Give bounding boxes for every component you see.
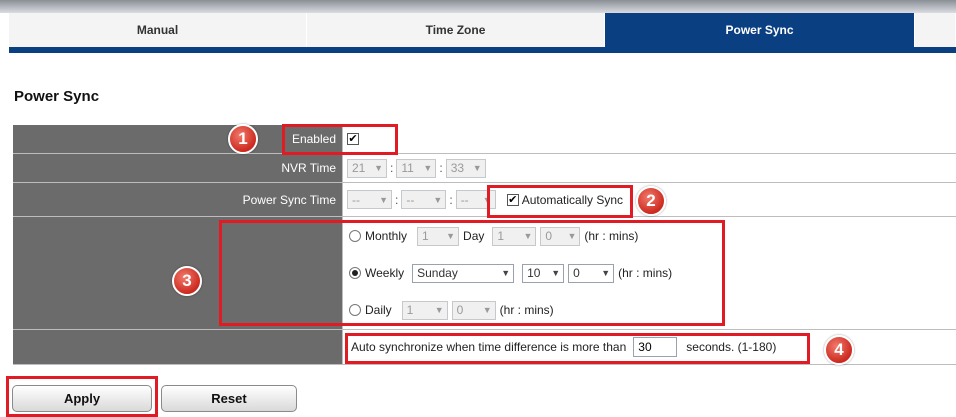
daily-option: Daily 1 ▼ 0 ▼ (hr : mins) <box>349 292 554 329</box>
tab-extra[interactable] <box>915 13 956 47</box>
checkmark-icon: ✔ <box>348 133 358 145</box>
chevron-down-icon: ▼ <box>601 268 611 278</box>
chevron-down-icon: ▼ <box>423 163 433 173</box>
tab-bar: Manual Time Zone Power Sync <box>9 13 956 47</box>
threshold-label-cell <box>13 330 343 364</box>
chevron-down-icon: ▼ <box>379 194 388 205</box>
settings-table: Enabled ✔ NVR Time 21 ▼ : 11 ▼ : 33 ▼ Power… <box>13 125 956 365</box>
tab-power-sync[interactable]: Power Sync <box>605 13 915 47</box>
auto-sync-checkbox[interactable]: ✔ <box>506 193 519 206</box>
weekly-hour-select[interactable]: 10 ▼ <box>522 263 565 283</box>
row-threshold: Auto synchronize when time difference is… <box>13 330 956 365</box>
row-power-sync-time: Power Sync Time -- ▼ : -- ▼ : -- ▼ ✔ Automa… <box>13 183 956 217</box>
threshold-prefix: Auto synchronize when time difference is… <box>351 340 627 354</box>
chevron-down-icon: ▼ <box>567 231 577 241</box>
nvr-time-label: NVR Time <box>13 154 343 182</box>
sync-second-select[interactable]: -- ▼ <box>455 190 496 209</box>
monthly-option: Monthly 1 ▼ Day 1 ▼ 0 ▼ (hr : mins) <box>349 218 638 255</box>
tab-manual[interactable]: Manual <box>9 13 307 47</box>
power-sync-time-label: Power Sync Time <box>13 183 343 216</box>
weekly-radio[interactable] <box>349 267 361 279</box>
checkmark-icon: ✔ <box>508 193 518 206</box>
threshold-input[interactable]: 30 <box>633 337 678 357</box>
daily-radio[interactable] <box>349 304 361 316</box>
chevron-down-icon: ▼ <box>501 268 511 278</box>
day-label: Day <box>463 229 485 243</box>
row-nvr-time: NVR Time 21 ▼ : 11 ▼ : 33 ▼ <box>13 154 956 183</box>
tab-underline <box>9 47 956 53</box>
badge-2: 2 <box>636 186 666 216</box>
weekly-unit: (hr : mins) <box>618 266 673 280</box>
badge-3: 3 <box>172 266 202 296</box>
chevron-down-icon: ▼ <box>374 163 383 173</box>
monthly-radio[interactable] <box>349 230 361 242</box>
sync-minute-select[interactable]: -- ▼ <box>401 190 447 209</box>
reset-button[interactable]: Reset <box>161 385 297 412</box>
window-top-strip <box>0 0 956 13</box>
chevron-down-icon: ▼ <box>482 305 492 315</box>
monthly-unit: (hr : mins) <box>584 229 639 243</box>
chevron-down-icon: ▼ <box>482 194 492 205</box>
daily-hour-select[interactable]: 1 ▼ <box>401 300 448 320</box>
weekday-select[interactable]: Sunday ▼ <box>412 263 515 283</box>
monthly-minute-select[interactable]: 0 ▼ <box>540 226 581 246</box>
chevron-down-icon: ▼ <box>472 163 482 173</box>
enabled-label: Enabled <box>13 125 343 153</box>
monthly-hour-select[interactable]: 1 ▼ <box>492 226 537 246</box>
apply-button[interactable]: Apply <box>12 385 152 412</box>
weekly-minute-select[interactable]: 0 ▼ <box>568 263 615 283</box>
auto-sync-label: Automatically Sync <box>521 192 624 207</box>
row-schedule: Monthly 1 ▼ Day 1 ▼ 0 ▼ (hr : mins) Weekly … <box>13 217 956 330</box>
nvr-second-select[interactable]: 33 ▼ <box>445 158 486 178</box>
monthly-day-select[interactable]: 1 ▼ <box>417 226 460 246</box>
daily-unit: (hr : mins) <box>499 303 554 317</box>
sync-hour-select[interactable]: -- ▼ <box>347 190 392 209</box>
chevron-down-icon: ▼ <box>551 268 561 278</box>
badge-1: 1 <box>228 124 258 154</box>
tab-time-zone[interactable]: Time Zone <box>307 13 605 47</box>
daily-label: Daily <box>365 303 392 317</box>
chevron-down-icon: ▼ <box>523 231 533 241</box>
chevron-down-icon: ▼ <box>434 305 444 315</box>
badge-4: 4 <box>824 335 854 365</box>
monthly-label: Monthly <box>365 229 408 243</box>
threshold-suffix: seconds. (1-180) <box>686 340 777 354</box>
weekly-label: Weekly <box>365 266 405 280</box>
page-title: Power Sync <box>14 88 100 105</box>
weekly-option: Weekly Sunday ▼ 10 ▼ 0 ▼ (hr : mins) <box>349 255 672 292</box>
chevron-down-icon: ▼ <box>446 231 456 241</box>
nvr-hour-select[interactable]: 21 ▼ <box>347 158 387 178</box>
nvr-minute-select[interactable]: 11 ▼ <box>396 158 437 178</box>
row-enabled: Enabled ✔ <box>13 125 956 154</box>
daily-minute-select[interactable]: 0 ▼ <box>451 300 496 320</box>
chevron-down-icon: ▼ <box>433 194 443 205</box>
enabled-checkbox[interactable]: ✔ <box>347 133 359 145</box>
